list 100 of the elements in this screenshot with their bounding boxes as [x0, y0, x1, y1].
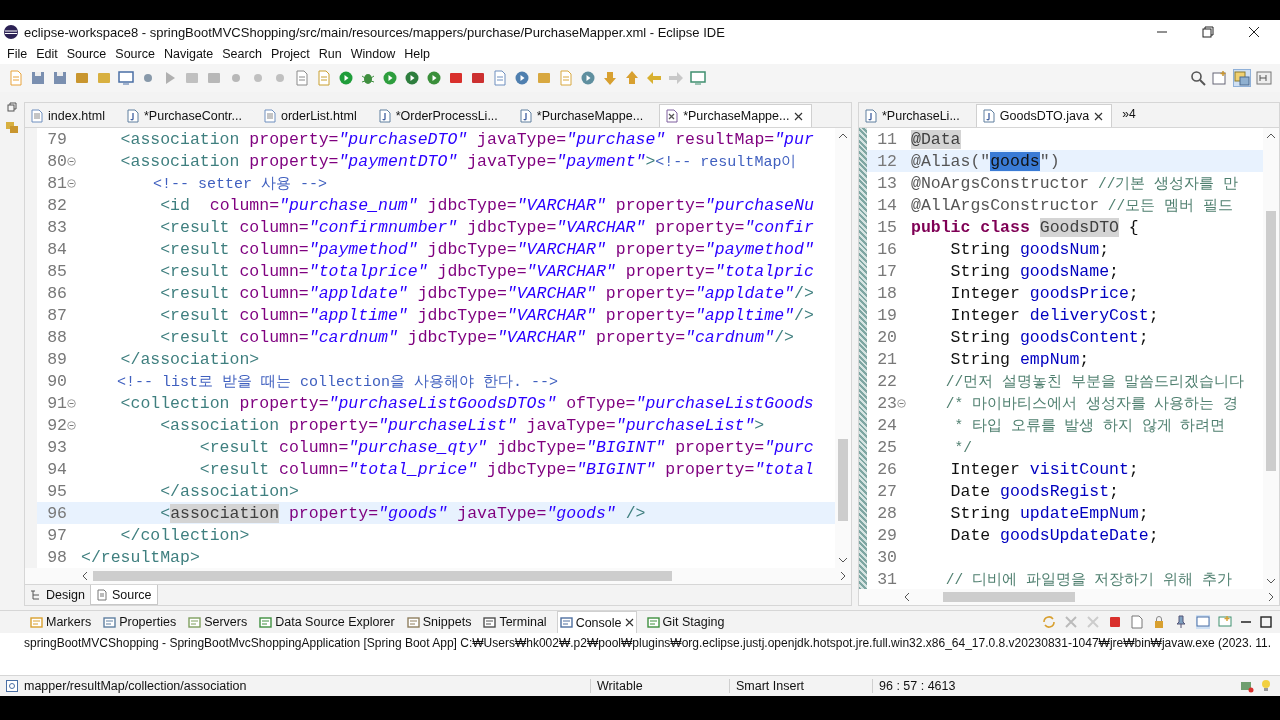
lock-icon[interactable]	[1152, 615, 1166, 629]
menu-item[interactable]: Search	[219, 47, 268, 61]
lightbulb-icon[interactable]	[1260, 679, 1272, 693]
panel-tab[interactable]: Data Source Explorer	[257, 611, 397, 633]
package-explorer-icon[interactable]	[5, 120, 19, 134]
collapse-icon[interactable]	[67, 420, 76, 430]
view-tab[interactable]: Source	[89, 585, 158, 605]
new-class-icon[interactable]	[492, 70, 508, 86]
scroll-down-icon[interactable]	[1266, 577, 1276, 585]
back-icon[interactable]	[646, 70, 662, 86]
editor-tab[interactable]: *OrderProcessLi...	[372, 105, 506, 127]
arrow-up-icon[interactable]	[624, 70, 640, 86]
close-icon[interactable]	[1248, 26, 1260, 38]
tab-label[interactable]: GoodsDTO.java	[999, 109, 1090, 123]
vertical-scrollbar[interactable]	[835, 128, 851, 568]
menu-item[interactable]: Project	[267, 47, 316, 61]
tab-label[interactable]: Properties	[119, 615, 177, 629]
scroll-down-icon[interactable]	[838, 556, 848, 564]
tab-label[interactable]: *PurchaseMappe...	[536, 109, 644, 123]
collapse-icon[interactable]	[67, 178, 76, 188]
tab-label[interactable]: Markers	[46, 615, 92, 629]
panel-tab[interactable]: Git Staging	[644, 611, 727, 633]
scrollbar-thumb[interactable]	[1266, 211, 1276, 472]
horizontal-scrollbar[interactable]	[859, 589, 1279, 605]
menu-item[interactable]: File	[4, 47, 34, 61]
editor-tab[interactable]: *PurchaseMappe...	[659, 104, 813, 127]
save-icon[interactable]	[30, 70, 46, 86]
tab-label[interactable]: Snippets	[422, 615, 472, 629]
collapse-icon[interactable]	[67, 156, 76, 166]
tab-label[interactable]: Git Staging	[662, 615, 725, 629]
monitor-icon[interactable]	[1196, 615, 1210, 629]
restore-icon[interactable]	[1202, 26, 1214, 38]
scroll-left-icon[interactable]	[81, 571, 89, 581]
menu-item[interactable]: Window	[347, 47, 402, 61]
scrollbar-thumb[interactable]	[93, 571, 672, 581]
vertical-scrollbar[interactable]	[1263, 128, 1279, 589]
menu-item[interactable]: Edit	[33, 47, 64, 61]
tab-label[interactable]: Data Source Explorer	[275, 615, 395, 629]
scroll-left-icon[interactable]	[903, 592, 911, 602]
panel-tab[interactable]: Markers	[28, 611, 94, 633]
panel-tab[interactable]: Properties	[101, 611, 179, 633]
menu-item[interactable]: Help	[401, 47, 436, 61]
arrow-down-icon[interactable]	[602, 70, 618, 86]
scroll-right-icon[interactable]	[839, 571, 847, 581]
list-icon[interactable]	[294, 70, 310, 86]
tab-label[interactable]: *PurchaseContr...	[144, 109, 242, 123]
progress-icon[interactable]	[1240, 679, 1254, 693]
tab-label[interactable]: orderList.html	[280, 109, 357, 123]
menu-item[interactable]: Run	[315, 47, 348, 61]
remove-all-icon[interactable]	[1086, 615, 1100, 629]
close-icon[interactable]	[1094, 111, 1104, 121]
restore-icon[interactable]	[7, 102, 17, 112]
horizontal-scrollbar[interactable]	[25, 568, 851, 584]
save-all-icon[interactable]	[52, 70, 68, 86]
collapse-icon[interactable]	[67, 398, 76, 408]
pin-icon[interactable]	[1174, 615, 1188, 629]
scroll-up-icon[interactable]	[1266, 132, 1276, 140]
remove-icon[interactable]	[1064, 615, 1078, 629]
forward-icon[interactable]	[668, 70, 684, 86]
tab-label[interactable]: index.html	[48, 109, 105, 123]
git-perspective-icon[interactable]	[1256, 70, 1272, 86]
editor-tab[interactable]: index.html	[25, 105, 113, 127]
menu-item[interactable]: Source	[63, 47, 113, 61]
panel-tab[interactable]: Console	[556, 611, 637, 633]
editor-tab[interactable]: *PurchaseLi...	[859, 105, 968, 127]
run-icon[interactable]	[382, 70, 398, 86]
menu-item[interactable]: Source	[112, 47, 161, 61]
editor-tab[interactable]: *PurchaseMappe...	[513, 105, 652, 127]
menu-item[interactable]: Navigate	[160, 47, 220, 61]
tab-label[interactable]: Source	[111, 587, 152, 602]
new-file-icon[interactable]	[8, 70, 24, 86]
view-tab[interactable]: Design	[25, 585, 90, 605]
tab-label[interactable]: *PurchaseMappe...	[683, 109, 790, 123]
search-icon[interactable]	[1190, 70, 1206, 86]
more-tabs-button[interactable]: »4	[1120, 106, 1140, 124]
tab-label[interactable]: Console	[575, 615, 622, 630]
open-perspective-icon[interactable]	[1212, 70, 1228, 86]
java-perspective-icon[interactable]	[1234, 70, 1250, 86]
window-icon[interactable]	[690, 70, 706, 86]
new-console-icon[interactable]	[1218, 615, 1232, 629]
panel-tab[interactable]: Terminal	[481, 611, 549, 633]
tab-label[interactable]: *OrderProcessLi...	[395, 109, 498, 123]
panel-tab[interactable]: Servers	[186, 611, 250, 633]
close-icon[interactable]	[624, 618, 634, 627]
scroll-right-icon[interactable]	[1267, 592, 1275, 602]
collapse-icon[interactable]	[897, 398, 906, 408]
tab-label[interactable]: *PurchaseLi...	[882, 109, 960, 123]
panel-tab[interactable]: Snippets	[404, 611, 474, 633]
editor-tab[interactable]: GoodsDTO.java	[975, 104, 1113, 127]
maximize-icon[interactable]	[1260, 616, 1272, 628]
sync-icon[interactable]	[1042, 615, 1056, 629]
tab-label[interactable]: Servers	[204, 615, 248, 629]
scrollbar-thumb[interactable]	[838, 438, 848, 521]
tab-label[interactable]: Design	[46, 588, 85, 602]
editor-tab[interactable]: orderList.html	[257, 105, 365, 127]
editor-tab[interactable]: *PurchaseContr...	[121, 105, 250, 127]
document-icon[interactable]	[1130, 615, 1144, 629]
tab-label[interactable]: Terminal	[499, 615, 547, 629]
scrollbar-thumb[interactable]	[942, 592, 1076, 602]
scroll-up-icon[interactable]	[838, 132, 848, 140]
